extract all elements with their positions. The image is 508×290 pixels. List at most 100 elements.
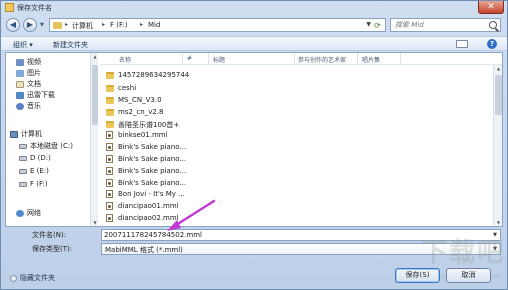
folder-icon [106, 121, 114, 128]
search-icon[interactable] [489, 21, 497, 29]
scroll-up-icon[interactable]: ▲ [92, 54, 98, 59]
breadcrumb-separator: ▸ [65, 21, 69, 28]
column-number[interactable]: # [187, 55, 192, 62]
column-divider [357, 53, 358, 64]
list-item[interactable]: Bink's Sake piano... [100, 166, 340, 177]
hide-folders-toggle[interactable]: 隐藏文件夹 [10, 273, 55, 283]
folder-icon [5, 3, 14, 12]
sidebar-item-drive-c[interactable]: 本地磁盘 (C:) [19, 141, 73, 151]
address-bar[interactable]: ▸ 计算机 ▸ F (F:) ▸ Mid ▼ ⟳ [49, 18, 386, 32]
sidebar-item-drive-d[interactable]: D (D:) [19, 154, 51, 164]
sidebar-item-documents[interactable]: 文档 [16, 79, 41, 89]
breadcrumb-drive-f[interactable]: F (F:) [110, 21, 128, 29]
download-library-icon [16, 91, 24, 99]
breadcrumb-mid[interactable]: Mid [148, 21, 160, 29]
network-icon [16, 209, 24, 217]
column-album[interactable]: 唱片集 [362, 55, 380, 64]
list-item[interactable]: MS_CN_V3.0 [100, 95, 340, 106]
folder-icon [106, 97, 114, 104]
navigation-bar: ◀ ▶ ▼ ▸ 计算机 ▸ F (F:) ▸ Mid ▼ ⟳ [1, 15, 507, 35]
sidebar-item-downloads[interactable]: 迅雷下载 [16, 90, 55, 100]
collapse-icon [10, 274, 17, 282]
save-button[interactable]: 保存(S) [395, 268, 440, 283]
list-item[interactable]: ceshi [100, 83, 340, 94]
music-file-icon [106, 143, 113, 151]
sidebar-item-network[interactable]: 网络 [16, 208, 41, 218]
column-name[interactable]: 名称 [119, 55, 131, 64]
scroll-down-icon[interactable]: ▼ [92, 220, 98, 225]
list-item[interactable]: Bink's Sake piano... [100, 154, 340, 165]
scroll-down-icon[interactable]: ▼ [495, 220, 502, 225]
content-area: 视频 图片 文档 迅雷下载 音乐 计算机 本地磁盘 (C:) D (D:) E … [5, 52, 503, 227]
window-title: 保存文件名 [17, 4, 52, 12]
sidebar-item-drive-e[interactable]: E (E:) [19, 167, 49, 177]
drive-icon [19, 155, 27, 161]
music-file-icon [106, 214, 113, 222]
filename-field[interactable]: ▼ [101, 229, 501, 241]
document-library-icon [16, 80, 24, 88]
save-type-select[interactable]: MabiMML 格式 (*.mml) ▼ [101, 243, 501, 255]
list-item[interactable]: Bink's Sake piano... [100, 178, 340, 189]
file-list: 名称 # 标题 参与创作的艺术家 唱片集 1457289634295744 ce… [100, 53, 502, 226]
column-divider [182, 53, 183, 64]
help-icon[interactable]: ? [487, 39, 497, 49]
close-button[interactable]: ✕ [478, 1, 504, 14]
scroll-thumb[interactable] [495, 75, 502, 115]
list-item[interactable]: Bink's Sake piano... [100, 142, 340, 153]
folder-icon [53, 22, 62, 29]
music-file-icon [106, 131, 113, 139]
column-title[interactable]: 标题 [213, 55, 225, 64]
sidebar-item-computer[interactable]: 计算机 [10, 129, 42, 139]
navigation-pane: 视频 图片 文档 迅雷下载 音乐 计算机 本地磁盘 (C:) D (D:) E … [6, 53, 99, 226]
recent-locations-dropdown[interactable]: ▼ [40, 22, 44, 28]
sidebar-item-music[interactable]: 音乐 [16, 101, 41, 111]
picture-library-icon [16, 69, 24, 77]
breadcrumb-computer[interactable]: 计算机 [72, 21, 93, 31]
save-type-value: MabiMML 格式 (*.mml) [105, 246, 183, 254]
list-item[interactable]: 1457289634295744 [100, 70, 340, 81]
back-button[interactable]: ◀ [6, 18, 20, 32]
computer-icon [10, 130, 18, 138]
breadcrumb-separator: ▸ [102, 21, 106, 28]
folder-icon [106, 109, 114, 116]
chevron-down-icon[interactable]: ▼ [493, 246, 497, 252]
folder-icon [106, 85, 114, 92]
address-dropdown-icon[interactable]: ▼ [366, 21, 371, 28]
folder-icon [106, 72, 114, 79]
hide-folders-label: 隐藏文件夹 [20, 274, 55, 282]
organize-button[interactable]: 组织 ▾ [13, 40, 33, 50]
list-item[interactable]: diancipao01.mml [100, 201, 340, 212]
sidebar-scrollbar[interactable]: ▲ ▼ [90, 53, 98, 226]
scroll-thumb[interactable] [92, 65, 98, 125]
sidebar-item-videos[interactable]: 视频 [16, 57, 41, 67]
sidebar-item-drive-f[interactable]: F (F:) [19, 180, 48, 190]
search-box[interactable] [390, 18, 501, 32]
filename-input[interactable] [102, 230, 482, 240]
music-file-icon [106, 167, 113, 175]
search-input[interactable] [391, 19, 486, 31]
sidebar-item-pictures[interactable]: 图片 [16, 68, 41, 78]
drive-icon [19, 143, 27, 149]
toolbar: 组织 ▾ 新建文件夹 ? [1, 36, 507, 51]
list-item[interactable]: diancipao02.mml [100, 213, 340, 224]
list-item[interactable]: Bon Jovi - It's My ... [100, 189, 340, 200]
column-header: 名称 # 标题 参与创作的艺术家 唱片集 [100, 53, 502, 65]
chevron-down-icon[interactable]: ▼ [493, 232, 497, 238]
breadcrumb-separator: ▸ [140, 21, 144, 28]
music-library-icon [16, 102, 24, 110]
drive-icon [19, 168, 27, 174]
column-divider [400, 53, 401, 64]
column-divider [208, 53, 209, 64]
list-item[interactable]: ms2_cn_v2.8 [100, 107, 340, 118]
cancel-button[interactable]: 取消 [446, 268, 491, 283]
file-list-scrollbar[interactable]: ▲ ▼ [493, 65, 502, 226]
refresh-icon[interactable]: ⟳ [372, 20, 383, 31]
scroll-up-icon[interactable]: ▲ [495, 66, 502, 71]
column-artist[interactable]: 参与创作的艺术家 [298, 55, 346, 64]
forward-button[interactable]: ▶ [23, 18, 37, 32]
list-item[interactable]: 善陪圣乐谱100首+ [100, 119, 340, 130]
view-options-icon[interactable] [456, 40, 468, 48]
new-folder-button[interactable]: 新建文件夹 [53, 40, 88, 50]
list-item[interactable]: binkse01.mml [100, 130, 340, 141]
title-bar: 保存文件名 ✕ [1, 1, 507, 15]
